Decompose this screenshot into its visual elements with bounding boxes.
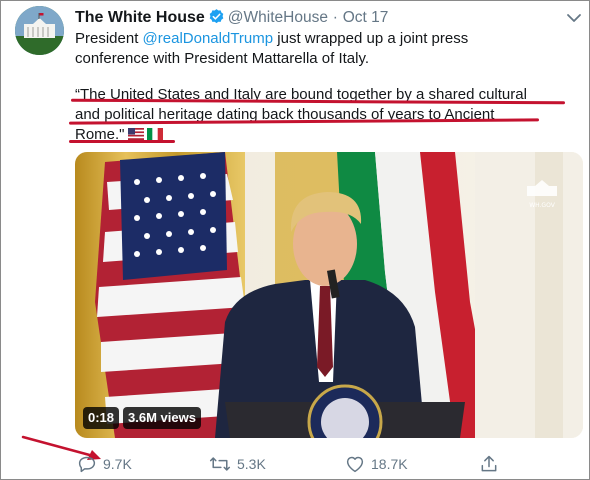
video-frame: WH.GOV xyxy=(75,152,583,438)
retweet-icon xyxy=(209,457,231,471)
reply-count: 9.7K xyxy=(103,456,132,472)
reply-icon xyxy=(78,456,96,473)
text-segment: just wrapped up a joint press xyxy=(273,30,469,47)
like-icon xyxy=(346,456,364,473)
tweet-text-line-1: President @realDonaldTrump just wrapped … xyxy=(75,29,575,49)
avatar[interactable] xyxy=(15,6,64,55)
like-button[interactable]: 18.7K xyxy=(345,453,408,475)
video-duration-badge: 0:18 xyxy=(83,407,120,429)
video-views-badge: 3.6M views xyxy=(123,407,201,429)
watermark-text: WH.GOV xyxy=(529,202,556,209)
video-player[interactable]: WH.GOV 0:18 3.6M views xyxy=(75,152,583,438)
text-segment: President xyxy=(75,30,143,47)
verified-badge-icon xyxy=(208,8,225,31)
tweet-date[interactable]: Oct 17 xyxy=(343,9,389,26)
author-handle[interactable]: @WhiteHouse xyxy=(228,9,328,26)
annotation-underline-3 xyxy=(69,140,175,143)
reply-button[interactable]: 9.7K xyxy=(77,453,132,475)
separator-dot: · xyxy=(332,9,338,26)
retweet-count: 5.3K xyxy=(237,456,266,472)
us-flag-icon xyxy=(127,126,144,140)
retweet-button[interactable]: 5.3K xyxy=(209,453,266,475)
mention-link[interactable]: @realDonaldTrump xyxy=(143,30,274,47)
tweet-card: The White House @WhiteHouse · Oct 17 Pres… xyxy=(0,0,590,480)
italy-flag-icon xyxy=(146,126,163,140)
white-house-avatar-image xyxy=(15,6,64,55)
tweet-header: The White House @WhiteHouse · Oct 17 xyxy=(75,6,388,31)
author-name[interactable]: The White House xyxy=(75,9,205,26)
caret-down-icon[interactable] xyxy=(565,10,583,24)
share-button[interactable] xyxy=(479,453,505,475)
like-count: 18.7K xyxy=(371,456,408,472)
tweet-text-line-2: conference with President Mattarella of … xyxy=(75,50,370,67)
tweet-text: President @realDonaldTrump just wrapped … xyxy=(75,29,575,145)
share-icon xyxy=(481,455,497,472)
